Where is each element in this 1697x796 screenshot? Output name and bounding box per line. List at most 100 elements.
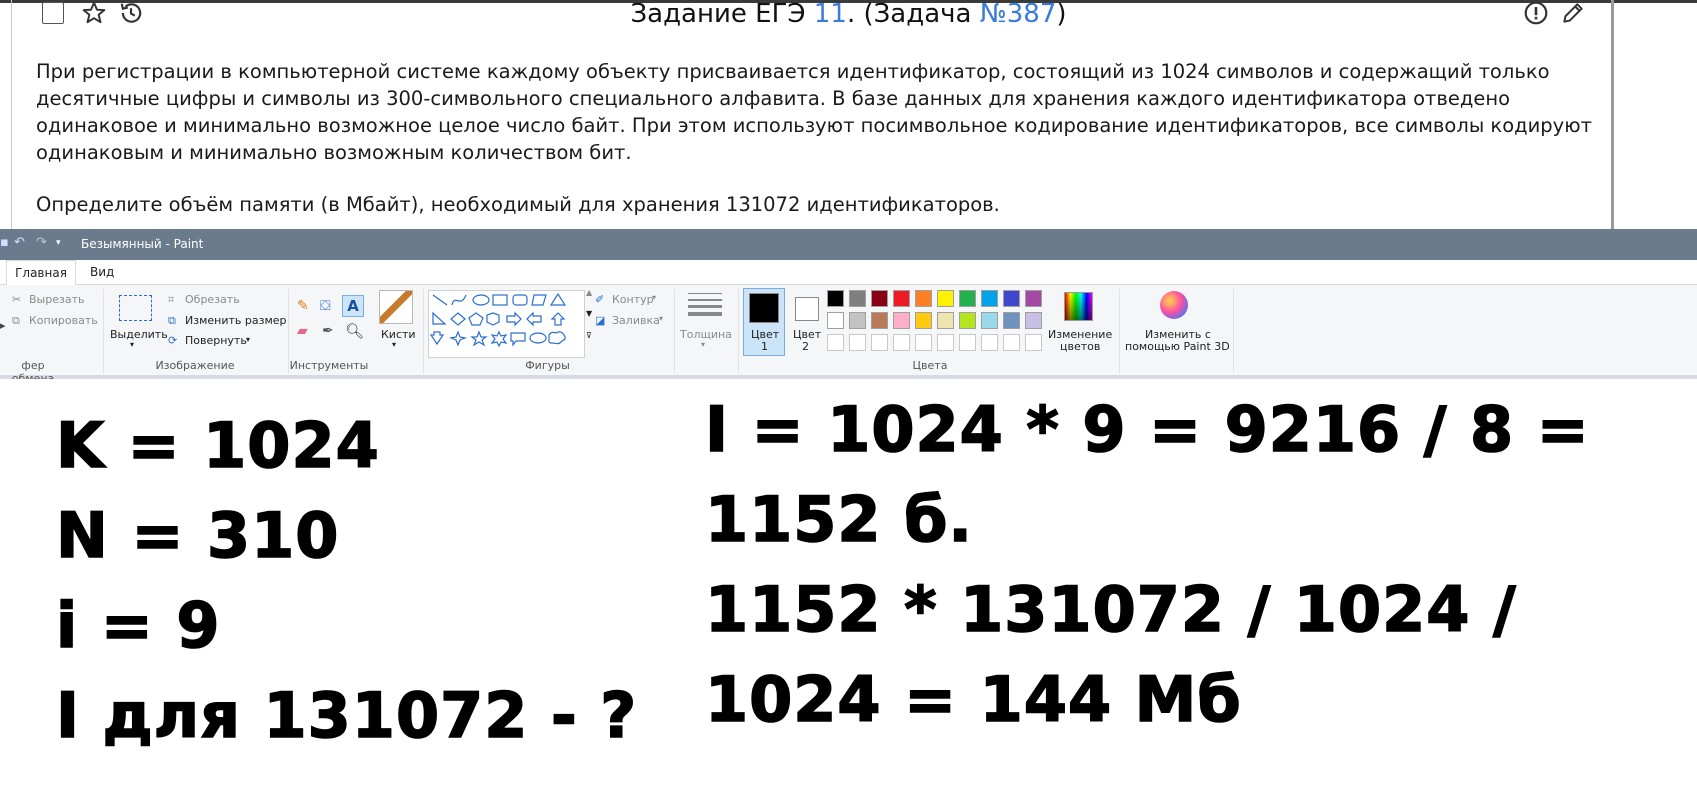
outline-button[interactable]: Контур [612, 293, 654, 306]
paint-titlebar: ▪ ↶ ↷ ▾ Безымянный - Paint [0, 229, 1697, 260]
palette-swatch[interactable] [981, 290, 998, 307]
shapes-gallery[interactable] [428, 290, 585, 358]
paste-arrow-icon[interactable]: ▸ [0, 319, 6, 332]
crop-icon: ⌗ [168, 293, 175, 306]
tools-group-label: Инструменты [289, 359, 369, 372]
palette-swatch[interactable] [915, 290, 932, 307]
undo-icon[interactable]: ↶ [14, 236, 28, 250]
rotate-button[interactable]: Повернуть [185, 334, 247, 347]
paint3d-icon[interactable] [1160, 291, 1188, 319]
shapes-scroll-down-icon[interactable]: ▼ [586, 309, 592, 318]
cut-button[interactable]: Вырезать [29, 293, 84, 306]
brushes-icon[interactable] [379, 290, 413, 324]
brushes-dropdown-icon[interactable]: ▾ [392, 340, 396, 349]
palette-swatch[interactable] [981, 312, 998, 329]
ribbon-tabs: Главная Вид [0, 260, 1697, 285]
palette-swatch[interactable] [893, 334, 910, 351]
cut-icon: ✂ [12, 293, 22, 306]
palette-swatch[interactable] [915, 334, 932, 351]
canvas-line-i: i = 9 [55, 588, 221, 663]
palette-swatch[interactable] [827, 334, 844, 351]
select-icon[interactable] [119, 295, 152, 321]
magnifier-icon[interactable]: 🔍︎ [345, 322, 364, 340]
canvas-line-k: K = 1024 [55, 408, 380, 483]
report-error-icon[interactable] [1523, 0, 1549, 26]
shapes-group-label: Фигуры [525, 359, 570, 372]
palette-swatch[interactable] [893, 312, 910, 329]
left-border [11, 0, 12, 229]
resize-button[interactable]: Изменить размер [185, 314, 287, 327]
palette-swatch[interactable] [981, 334, 998, 351]
copy-icon: ⧉ [12, 314, 20, 327]
copy-button[interactable]: Копировать [29, 314, 98, 327]
palette-swatch[interactable] [1003, 334, 1020, 351]
palette-swatch[interactable] [959, 290, 976, 307]
crop-button[interactable]: Обрезать [185, 293, 240, 306]
shapes-expand-icon[interactable]: ⊽ [586, 331, 592, 340]
palette-swatch[interactable] [1025, 334, 1042, 351]
outline-icon: ✐ [595, 293, 605, 306]
color2-fill [796, 298, 818, 320]
color-picker-icon[interactable]: ✒ [322, 323, 334, 339]
thickness-icon[interactable] [688, 291, 722, 316]
task-title: Задание ЕГЭ 11. (Задача №387) [0, 0, 1697, 29]
palette-swatch[interactable] [1003, 312, 1020, 329]
tab-home[interactable]: Главная [6, 260, 76, 285]
eraser-icon[interactable]: ▰ [297, 323, 308, 339]
edit-colors-icon[interactable] [1064, 292, 1093, 321]
palette-swatch[interactable] [937, 290, 954, 307]
palette-swatch[interactable] [1003, 290, 1020, 307]
palette-swatch[interactable] [937, 312, 954, 329]
title-suffix: ) [1056, 0, 1067, 29]
paint-canvas[interactable]: K = 1024 N = 310 i = 9 I для 131072 - ? … [0, 379, 1697, 796]
brushes-button[interactable]: Кисти [381, 328, 416, 341]
quick-access-dropdown-icon[interactable]: ▾ [56, 236, 70, 250]
palette-swatch[interactable] [871, 312, 888, 329]
thickness-button[interactable]: Толщина [680, 328, 732, 341]
palette-swatch[interactable] [893, 290, 910, 307]
palette-swatch[interactable] [915, 312, 932, 329]
problem-number-link[interactable]: №387 [980, 0, 1057, 29]
palette-swatch[interactable] [959, 334, 976, 351]
tab-view[interactable]: Вид [90, 260, 114, 284]
palette-swatch[interactable] [849, 312, 866, 329]
save-icon[interactable]: ▪ [0, 236, 14, 250]
color1-fill [750, 294, 778, 322]
shapes-scroll-up-icon[interactable]: ▲ [586, 288, 592, 297]
palette-swatch[interactable] [827, 312, 844, 329]
paint3d-label-line2: помощью Paint 3D [1125, 340, 1230, 353]
palette-swatch[interactable] [1025, 290, 1042, 307]
fill-bucket-icon[interactable]: ⛋ [320, 298, 331, 314]
color1-number: 1 [761, 340, 768, 353]
palette-swatch[interactable] [827, 290, 844, 307]
palette-swatch[interactable] [1025, 312, 1042, 329]
select-dropdown-icon[interactable]: ▾ [130, 340, 134, 349]
task-number-link[interactable]: 11 [814, 0, 847, 29]
shapes-icons [429, 292, 567, 348]
select-button[interactable]: Выделить [110, 328, 168, 341]
palette-swatch[interactable] [849, 334, 866, 351]
palette-swatch[interactable] [871, 290, 888, 307]
outline-dropdown-icon[interactable]: ▾ [652, 293, 656, 302]
edit-colors-label-line2: цветов [1060, 340, 1101, 353]
task-panel: Задание ЕГЭ 11. (Задача №387) При регист… [0, 0, 1697, 229]
edit-pencil-icon[interactable] [1560, 0, 1586, 26]
canvas-line-calc2: 1152 б. [704, 482, 973, 557]
text-tool-icon[interactable]: A [342, 295, 364, 317]
thickness-dropdown-icon[interactable]: ▾ [701, 340, 705, 349]
title-mid: . (Задача [846, 0, 980, 29]
fill-dropdown-icon[interactable]: ▾ [659, 314, 663, 323]
right-border [1611, 0, 1614, 229]
palette-swatch[interactable] [849, 290, 866, 307]
rotate-dropdown-icon[interactable]: ▾ [246, 335, 250, 344]
pencil-icon[interactable]: ✎ [297, 298, 309, 314]
redo-icon[interactable]: ↷ [36, 236, 50, 250]
resize-icon: ⧉ [168, 314, 176, 327]
palette-swatch[interactable] [959, 312, 976, 329]
color2-swatch[interactable] [795, 297, 819, 321]
title-prefix: Задание ЕГЭ [630, 0, 814, 29]
separator [1119, 289, 1120, 373]
palette-swatch[interactable] [871, 334, 888, 351]
palette-swatch[interactable] [937, 334, 954, 351]
fill-button[interactable]: Заливка [612, 314, 660, 327]
